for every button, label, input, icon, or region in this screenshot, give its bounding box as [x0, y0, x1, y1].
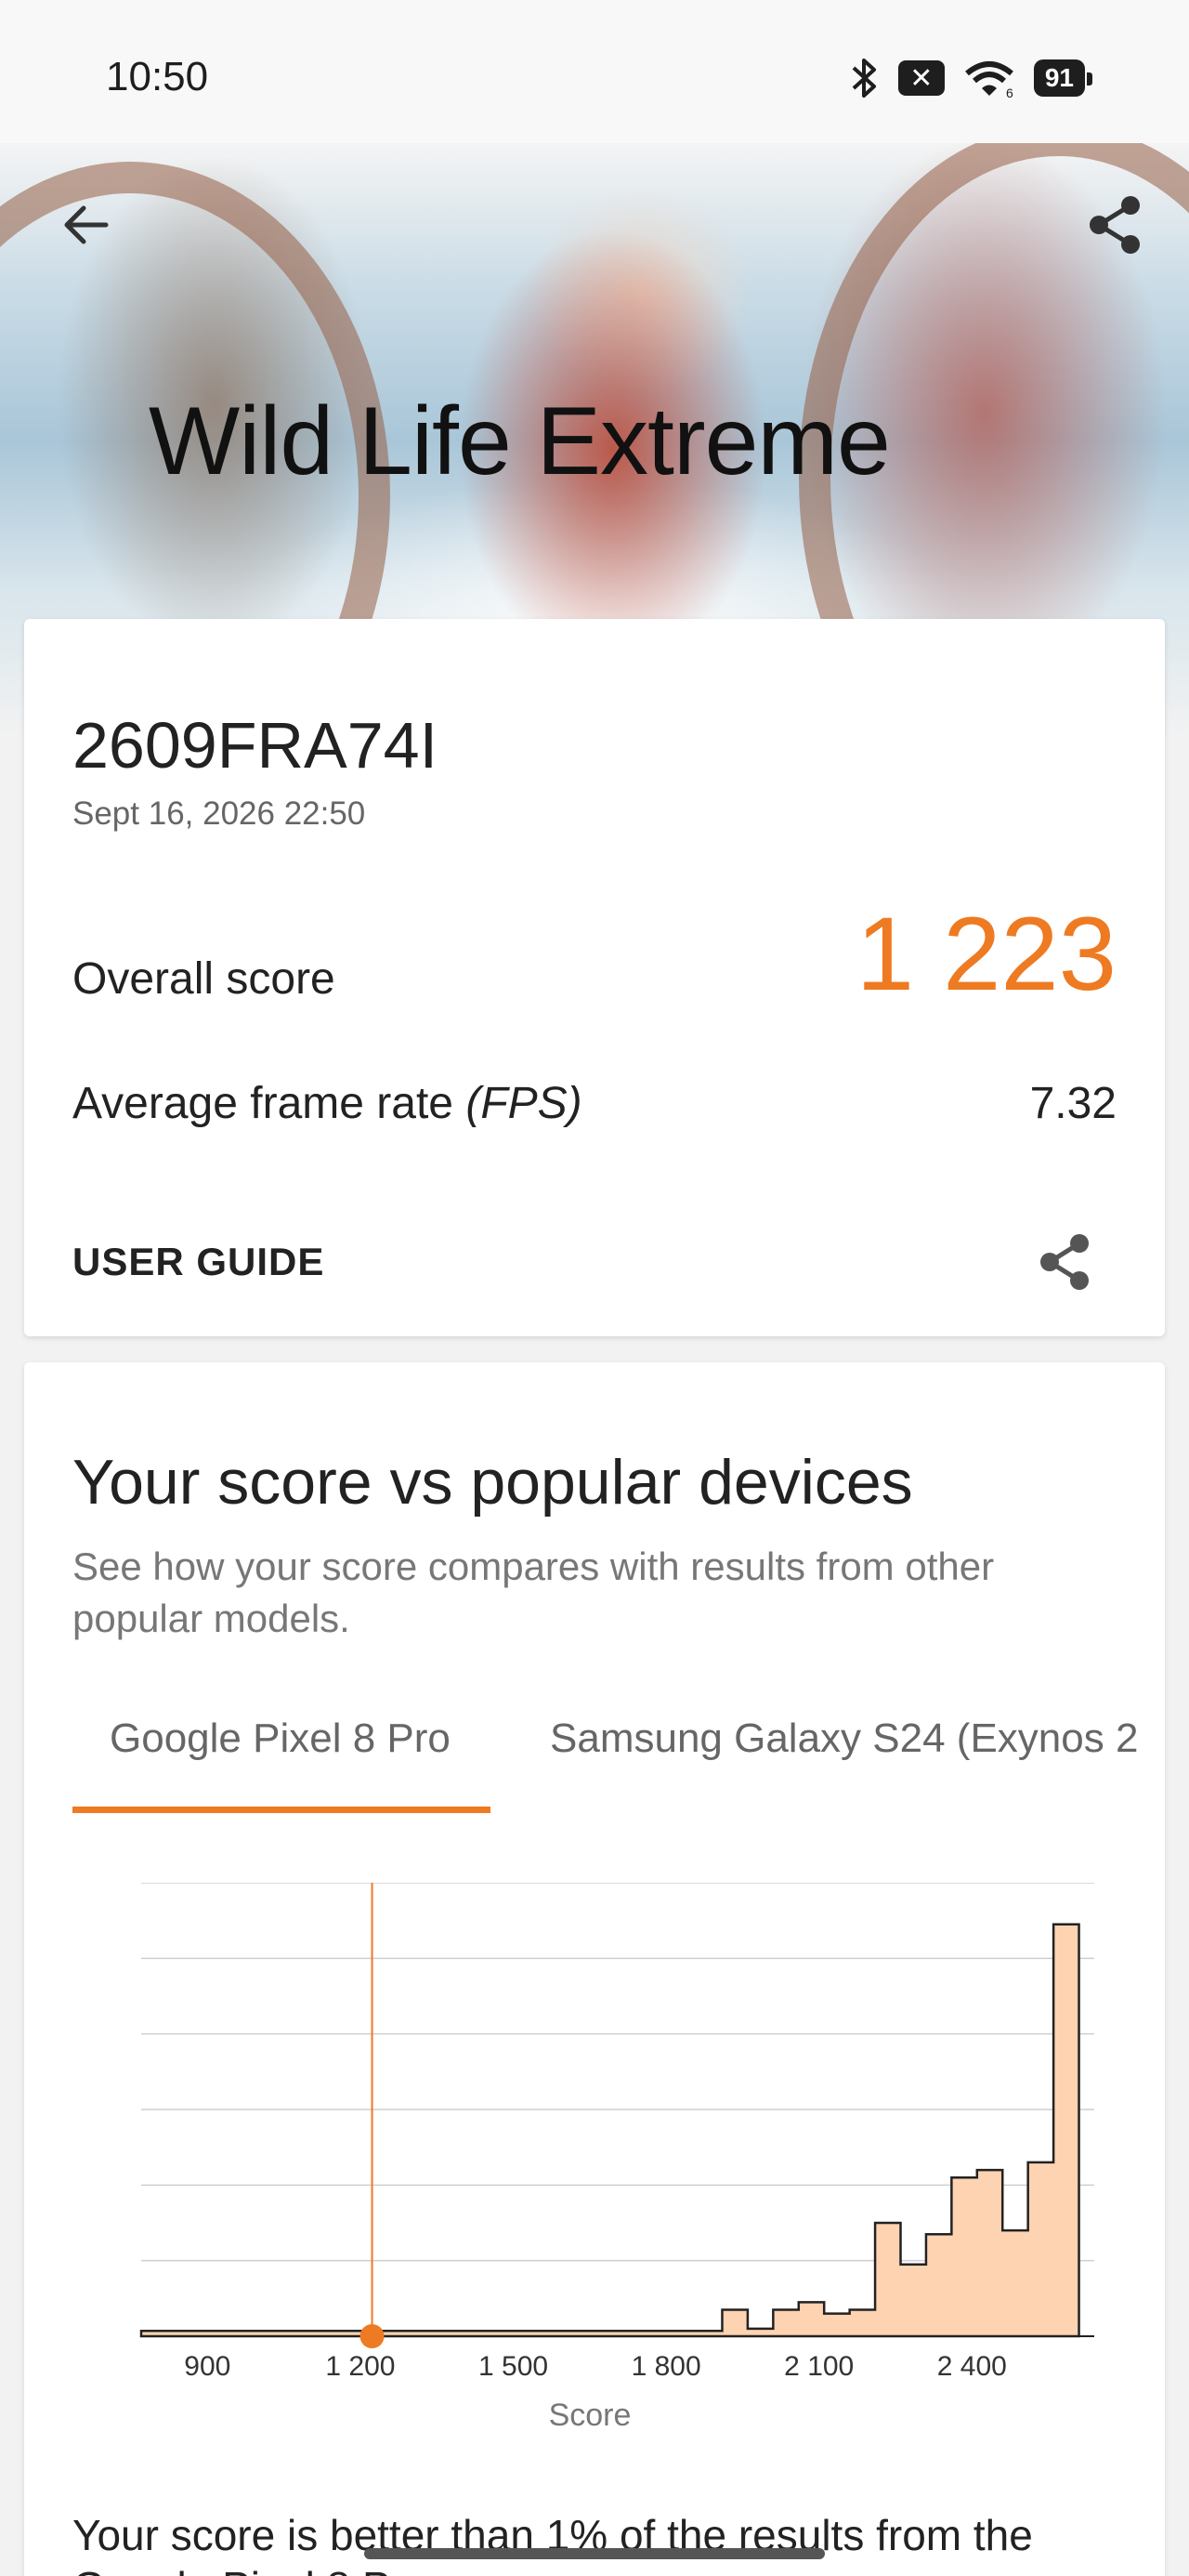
status-icons: ✕ 6 91	[850, 56, 1093, 100]
battery-indicator: 91	[1033, 59, 1093, 97]
x-tick-label: 2 100	[784, 2351, 854, 2382]
overall-score-label: Overall score	[72, 954, 335, 1004]
score-distribution-chart: 900 1 200 1 500 1 800 2 100 2 400 Score	[139, 1883, 1094, 2433]
your-score-marker	[359, 2324, 385, 2348]
fps-label-text: Average frame rate	[72, 1079, 453, 1128]
comparison-title: Your score vs popular devices	[72, 1447, 913, 1518]
percentile-result-text: Your score is better than 1% of the resu…	[72, 2511, 1033, 2576]
x-tick-label: 2 400	[937, 2351, 1007, 2382]
comparison-card: Your score vs popular devices See how yo…	[24, 1362, 1165, 2576]
device-tabs: Google Pixel 8 Pro Samsung Galaxy S24 (E…	[72, 1715, 1141, 1782]
x-axis-label: Score	[549, 2398, 632, 2433]
device-name: 2609FRA74I	[72, 709, 438, 782]
tab-samsung-galaxy-s24[interactable]: Samsung Galaxy S24 (Exynos 2	[550, 1715, 1138, 1762]
home-indicator[interactable]	[364, 2548, 825, 2559]
share-icon	[1090, 196, 1140, 254]
overall-score-value: 1 223	[856, 896, 1117, 1012]
share-result-button[interactable]	[1027, 1225, 1102, 1299]
share-button-top[interactable]	[1078, 188, 1152, 262]
status-bar: 10:50 ✕ 6 91	[0, 0, 1189, 143]
test-date: Sept 16, 2026 22:50	[72, 795, 366, 832]
user-guide-link[interactable]: USER GUIDE	[72, 1240, 324, 1284]
share-icon	[1040, 1234, 1089, 1290]
comparison-description: See how your score compares with results…	[72, 1544, 995, 1640]
tab-google-pixel-8-pro[interactable]: Google Pixel 8 Pro	[110, 1715, 451, 1762]
x-axis-ticks: 900 1 200 1 500 1 800 2 100 2 400	[184, 2351, 1007, 2382]
histogram-area	[139, 1923, 1080, 2338]
fps-label: Average frame rate (FPS)	[72, 1078, 582, 1129]
x-tick-label: 1 500	[478, 2351, 548, 2382]
bluetooth-icon	[852, 59, 876, 98]
x-tick-label: 900	[184, 2351, 230, 2382]
result-card: 2609FRA74I Sept 16, 2026 22:50 Overall s…	[24, 619, 1165, 1336]
svg-text:6: 6	[1006, 85, 1013, 99]
fps-unit: (FPS)	[465, 1079, 582, 1128]
back-arrow-icon	[64, 205, 109, 244]
fps-value: 7.32	[1029, 1079, 1117, 1128]
active-tab-indicator	[72, 1807, 490, 1813]
wifi-icon: 6	[964, 61, 1013, 99]
x-tick-label: 1 800	[632, 2351, 701, 2382]
benchmark-title: Wild Life Extreme	[149, 388, 891, 495]
x-tick-label: 1 200	[325, 2351, 395, 2382]
back-button[interactable]	[48, 188, 123, 262]
status-time: 10:50	[106, 54, 209, 99]
notification-muted-icon: ✕	[897, 60, 945, 96]
